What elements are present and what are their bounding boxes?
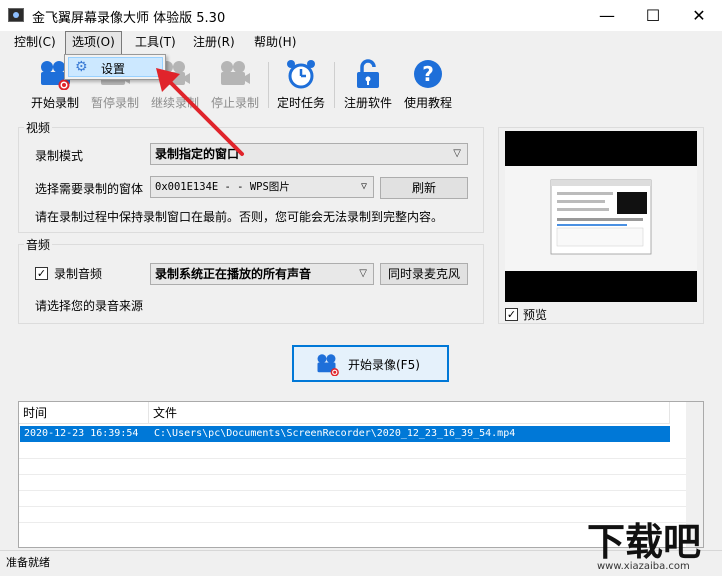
audio-hint: 请选择您的录音来源 (35, 299, 144, 313)
maximize-button[interactable]: ☐ (630, 0, 676, 31)
pause-record-label: 暂停录制 (90, 96, 139, 110)
preview-checkbox[interactable]: ✓ (505, 308, 518, 321)
column-header-time[interactable]: 时间 (19, 402, 149, 424)
svg-text:www.xiazaiba.com: www.xiazaiba.com (597, 561, 690, 572)
app-icon (8, 8, 24, 22)
menu-item-settings-label: 设置 (101, 62, 126, 76)
minimize-button[interactable]: — (584, 0, 630, 31)
row-gridline (19, 506, 703, 507)
row-time: 2020-12-23 16:39:54 (24, 428, 139, 439)
alarm-clock-icon (285, 58, 317, 90)
menu-options[interactable]: 选项(O) (65, 31, 122, 55)
start-recording-label: 开始录像(F5) (348, 358, 420, 372)
record-audio-label: 录制音频 (54, 267, 103, 281)
row-gridline (19, 458, 703, 459)
tutorial-label: 使用教程 (403, 96, 452, 110)
start-record-label: 开始录制 (30, 96, 79, 110)
record-mode-label: 录制模式 (35, 149, 84, 163)
status-text: 准备就绪 (6, 556, 50, 569)
register-software-label: 注册软件 (343, 96, 392, 110)
start-recording-button[interactable]: 开始录像(F5) (292, 345, 449, 382)
svg-text:下载吧: 下载吧 (587, 520, 701, 564)
column-header-file[interactable]: 文件 (149, 402, 670, 424)
close-button[interactable]: ✕ (676, 0, 722, 31)
chevron-down-icon: ▽ (359, 268, 367, 279)
help-question-icon: ? (412, 58, 444, 90)
record-audio-checkbox[interactable]: ✓ (35, 267, 48, 280)
target-window-select[interactable]: 0x001E134E - - WPS图片 ▽ (150, 176, 374, 198)
register-software-button[interactable]: 注册软件 (338, 58, 398, 112)
chevron-down-icon: ▽ (453, 148, 461, 159)
video-hint: 请在录制过程中保持录制窗口在最前。否则，您可能会无法录制到完整内容。 (35, 210, 444, 224)
toolbar-separator (334, 62, 335, 108)
menu-tools[interactable]: 工具(T) (129, 31, 182, 54)
audio-group-title: 音频 (24, 236, 53, 253)
window-title: 金飞翼屏幕录像大师 体验版 5.30 (32, 11, 226, 26)
menu-control[interactable]: 控制(C) (8, 31, 62, 54)
audio-source-select[interactable]: 录制系统正在播放的所有声音 ▽ (150, 263, 374, 285)
target-window-label: 选择需要录制的窗体 (35, 182, 144, 196)
video-group-title: 视频 (24, 119, 53, 136)
toolbar-separator (268, 62, 269, 108)
padlock-icon (352, 58, 384, 90)
site-watermark: 下载吧 www.xiazaiba.com (583, 515, 722, 573)
camera-record-icon (316, 352, 340, 377)
row-gridline (19, 490, 703, 491)
row-gridline (19, 474, 703, 475)
row-file: C:\Users\pc\Documents\ScreenRecorder\202… (154, 428, 516, 439)
menu-help[interactable]: 帮助(H) (248, 31, 302, 54)
annotation-arrow (156, 68, 244, 156)
table-row[interactable]: 2020-12-23 16:39:54 C:\Users\pc\Document… (20, 426, 670, 442)
menu-register[interactable]: 注册(R) (187, 31, 241, 54)
refresh-button[interactable]: 刷新 (380, 177, 468, 199)
scheduled-task-button[interactable]: 定时任务 (272, 58, 330, 112)
microphone-button[interactable]: 同时录麦克风 (380, 263, 468, 285)
preview-thumbnail (505, 166, 697, 271)
menu-item-settings[interactable]: ⚙ 设置 (68, 57, 163, 77)
audio-source-value: 录制系统正在播放的所有声音 (155, 267, 312, 281)
preview-panel (505, 131, 697, 302)
tutorial-button[interactable]: ? 使用教程 (398, 58, 458, 112)
chevron-down-icon: ▽ (360, 181, 367, 192)
svg-text:?: ? (422, 62, 434, 86)
target-window-value: 0x001E134E - - WPS图片 (155, 181, 290, 193)
preview-label: 预览 (523, 308, 548, 322)
gear-icon: ⚙ (75, 59, 88, 75)
scheduled-task-label: 定时任务 (276, 96, 325, 110)
